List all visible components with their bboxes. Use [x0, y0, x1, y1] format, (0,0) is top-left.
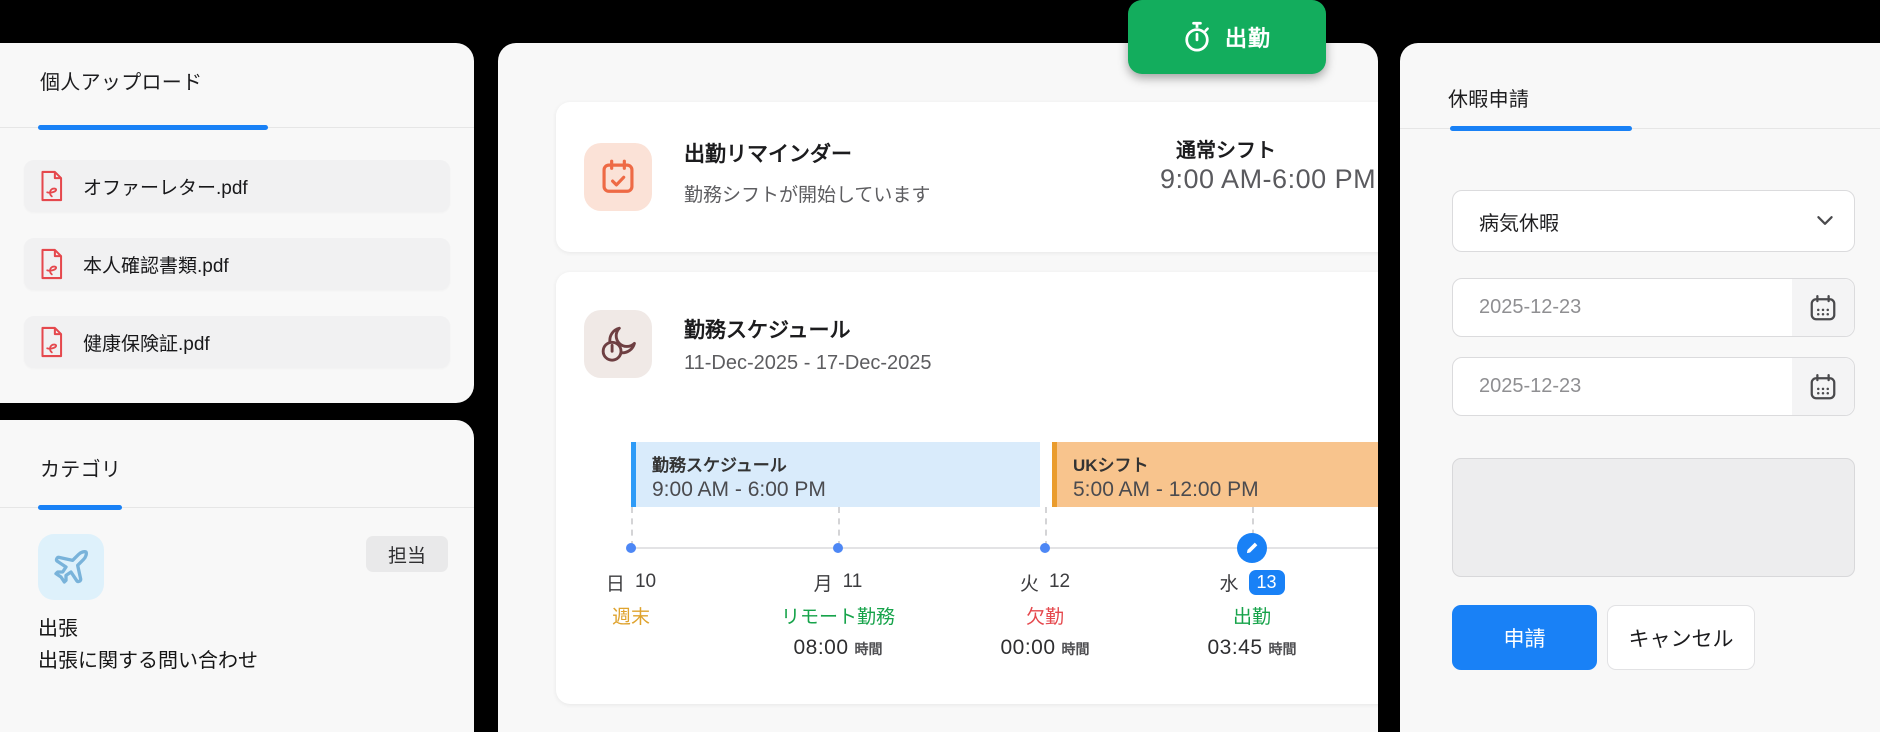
- leave-request-title: 休暇申請: [1448, 89, 1530, 111]
- edit-pencil-icon: [1246, 542, 1258, 554]
- attendance-panel: 出勤リマインダー 勤務シフトが開始しています 通常シフト 9:00 AM-6:0…: [498, 43, 1378, 732]
- selected-date-badge[interactable]: 13: [1248, 569, 1285, 595]
- leave-type-select[interactable]: 病気休暇: [1452, 190, 1855, 252]
- reminder-title: 出勤リマインダー: [684, 143, 852, 166]
- stopwatch-icon: [1185, 21, 1209, 52]
- pdf-file-icon: [41, 326, 63, 358]
- day-of-week: 日: [605, 573, 625, 595]
- timeline-dot: [1040, 543, 1050, 553]
- timeline-dash: [631, 507, 633, 547]
- day-hours: [628, 636, 634, 660]
- reminder-icon-tile: [584, 143, 652, 211]
- work-schedule-card: 勤務スケジュール 11-Dec-2025 - 17-Dec-2025 勤務スケジ…: [556, 272, 1378, 704]
- hours-unit: 時間: [854, 641, 883, 657]
- day-status: 週末: [612, 607, 651, 628]
- day-of-week: 水: [1219, 573, 1239, 595]
- day-label: 火 12: [1020, 568, 1070, 596]
- timeline-dot: [626, 543, 636, 553]
- day-status: リモート勤務: [781, 607, 896, 628]
- day-date: 11: [842, 571, 863, 592]
- calendar-icon: [1810, 373, 1836, 399]
- timeline-dash: [1045, 507, 1047, 547]
- category-panel: カテゴリ 担当 出張 出張に関する問い合わせ: [0, 420, 474, 732]
- submit-button[interactable]: 申請: [1452, 605, 1597, 670]
- day-date: 10: [634, 571, 657, 592]
- shift-name: 通常シフト: [1176, 140, 1276, 162]
- hours-value: 08:00: [793, 636, 849, 659]
- end-date-picker-button[interactable]: [1792, 358, 1854, 415]
- day-hours: 08:00 時間: [793, 636, 882, 660]
- calendar-check-icon: [602, 159, 634, 193]
- end-date-input[interactable]: [1453, 375, 1783, 398]
- file-name: 健康保険証.pdf: [83, 333, 210, 355]
- shift-block-time: 5:00 AM - 12:00 PM: [1073, 478, 1259, 501]
- day-status: 出勤: [1233, 607, 1272, 628]
- cancel-button[interactable]: キャンセル: [1607, 605, 1755, 670]
- leave-comment-textarea[interactable]: [1452, 458, 1855, 577]
- hours-unit: 時間: [1061, 641, 1090, 657]
- assignee-badge: 担当: [366, 536, 448, 572]
- leave-type-value: 病気休暇: [1479, 212, 1559, 235]
- day-hours: 03:45 時間: [1207, 636, 1296, 660]
- start-date-picker-button[interactable]: [1792, 279, 1854, 336]
- airplane-icon: [54, 550, 88, 584]
- day-status: 欠勤: [1026, 607, 1065, 628]
- hours-unit: 時間: [1268, 641, 1297, 657]
- category-item-description: 出張に関する問い合わせ: [38, 650, 258, 672]
- schedule-date-range: 11-Dec-2025 - 17-Dec-2025: [684, 352, 932, 374]
- clock-in-label: 出勤: [1224, 26, 1271, 51]
- shift-block-name: UKシフト: [1073, 456, 1149, 475]
- day-label: 水 13: [1219, 568, 1285, 596]
- file-item[interactable]: 本人確認書類.pdf: [24, 238, 450, 290]
- start-date-input[interactable]: [1453, 296, 1783, 319]
- category-title: カテゴリ: [40, 459, 122, 481]
- calendar-icon: [1810, 294, 1836, 320]
- file-item[interactable]: オファーレター.pdf: [24, 160, 450, 212]
- hours-value: 03:45: [1207, 636, 1263, 659]
- file-name: 本人確認書類.pdf: [83, 255, 229, 277]
- attendance-reminder-card: 出勤リマインダー 勤務シフトが開始しています 通常シフト 9:00 AM-6:0…: [556, 102, 1378, 252]
- file-item[interactable]: 健康保険証.pdf: [24, 316, 450, 368]
- chevron-down-icon: [1817, 216, 1833, 225]
- reminder-subtitle: 勤務シフトが開始しています: [684, 185, 931, 206]
- schedule-icon-tile: [584, 310, 652, 378]
- end-date-field[interactable]: [1452, 357, 1855, 416]
- active-tab-underline: [38, 125, 268, 130]
- schedule-title: 勤務スケジュール: [684, 319, 851, 342]
- day-label: 月 11: [814, 568, 863, 596]
- shift-block-time: 9:00 AM - 6:00 PM: [652, 478, 826, 501]
- clock-in-button[interactable]: 出勤: [1128, 0, 1326, 74]
- shift-clock-icon: [601, 326, 636, 362]
- shift-block-regular[interactable]: 勤務スケジュール 9:00 AM - 6:00 PM: [631, 442, 1040, 507]
- day-label: 日 10: [606, 568, 656, 596]
- pdf-file-icon: [41, 248, 63, 280]
- shift-block-uk[interactable]: UKシフト 5:00 AM - 12:00 PM: [1052, 442, 1378, 507]
- hours-value: 00:00: [1000, 636, 1056, 659]
- file-name: オファーレター.pdf: [83, 177, 248, 199]
- day-of-week: 火: [1019, 573, 1039, 595]
- timeline-dot: [833, 543, 843, 553]
- edit-day-button[interactable]: [1237, 533, 1267, 563]
- leave-request-panel: 休暇申請 病気休暇 2025-12-23 2025-12-23 申請 キャンセル: [1400, 43, 1880, 732]
- app-root: 個人アップロード オファーレター.pdf 本人確認書類.pdf 健康保険証.pd…: [0, 0, 1880, 732]
- day-date: 12: [1048, 571, 1071, 592]
- day-of-week: 月: [813, 573, 833, 595]
- travel-category-tile[interactable]: [38, 534, 104, 600]
- shift-time: 9:00 AM-6:00 PM: [1160, 164, 1377, 194]
- active-tab-underline: [38, 505, 122, 510]
- personal-upload-panel: 個人アップロード オファーレター.pdf 本人確認書類.pdf 健康保険証.pd…: [0, 43, 474, 403]
- shift-block-name: 勤務スケジュール: [652, 456, 787, 475]
- category-item-title: 出張: [38, 618, 78, 640]
- start-date-field[interactable]: [1452, 278, 1855, 337]
- active-tab-underline: [1450, 126, 1632, 131]
- timeline-dash: [838, 507, 840, 547]
- day-hours: 00:00 時間: [1000, 636, 1089, 660]
- personal-upload-title: 個人アップロード: [40, 72, 203, 94]
- pdf-file-icon: [41, 170, 63, 202]
